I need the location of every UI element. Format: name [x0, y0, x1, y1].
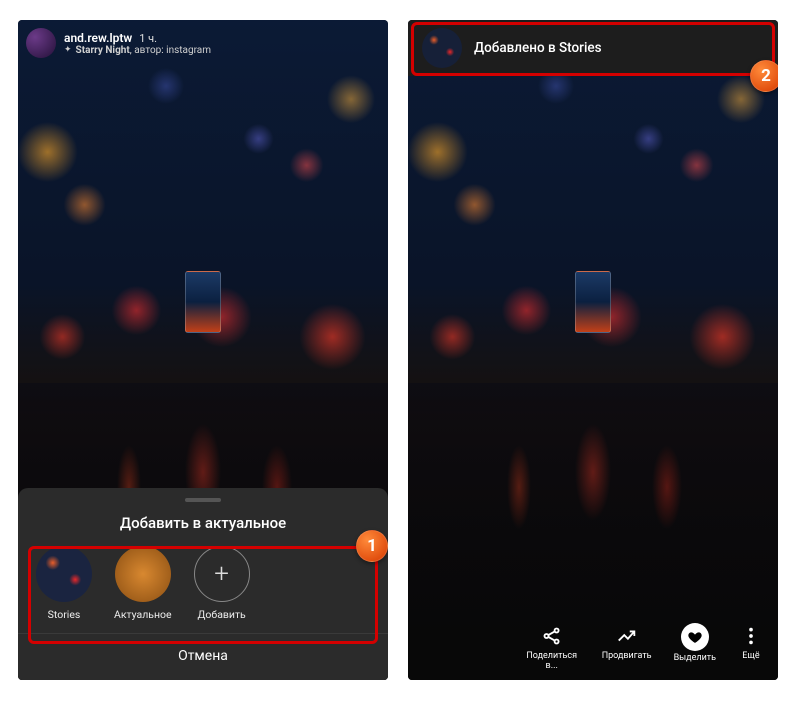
highlight-actual-thumb [115, 546, 171, 602]
toast-bar: Добавлено в Stories [408, 20, 778, 76]
center-thumbnail [575, 271, 611, 333]
more-label: Ещё [742, 652, 759, 662]
sparkle-icon: ✦ [64, 45, 72, 55]
highlights-row: Stories Актуальное + Добавить [18, 546, 388, 633]
more-button[interactable]: Ещё [738, 623, 764, 672]
share-button[interactable]: Поделиться в... [524, 623, 580, 672]
highlight-add-label: Добавить [198, 608, 246, 621]
sheet-grabber[interactable] [185, 498, 221, 502]
highlight-actual[interactable]: Актуальное [114, 546, 172, 621]
story-header: and.rew.lptw 1 ч. ✦ Starry Night, автор:… [26, 28, 211, 58]
promote-label: Продвигать [602, 652, 652, 662]
story-action-row: Поделиться в... Продвигать Выделить Ещё [408, 623, 778, 672]
story-time: 1 ч. [139, 32, 157, 45]
share-icon [539, 623, 565, 649]
phone-left: and.rew.lptw 1 ч. ✦ Starry Night, автор:… [18, 20, 388, 680]
center-thumbnail [185, 271, 221, 333]
highlights-sheet: Добавить в актуальное Stories Актуальное… [18, 488, 388, 680]
annotation-badge-1: 1 [356, 530, 388, 562]
plus-icon: + [194, 546, 250, 602]
highlight-stories-label: Stories [48, 608, 81, 621]
highlight-label: Выделить [674, 654, 716, 664]
phone-right: Добавлено в Stories 2 Поделиться в... Пр… [408, 20, 778, 680]
highlight-actual-label: Актуальное [114, 608, 172, 621]
annotation-badge-2: 2 [750, 60, 778, 92]
story-background [408, 20, 778, 680]
heart-icon [681, 623, 709, 651]
highlight-stories-thumb [36, 546, 92, 602]
toast-text: Добавлено в Stories [474, 40, 602, 56]
promote-button[interactable]: Продвигать [602, 623, 652, 672]
toast-thumbnail [422, 28, 462, 68]
trend-icon [614, 623, 640, 649]
filter-name: Starry Night [76, 45, 130, 56]
highlight-add[interactable]: + Добавить [194, 546, 250, 621]
highlight-button[interactable]: Выделить [674, 623, 716, 672]
filter-author: автор: instagram [134, 45, 211, 56]
avatar[interactable] [26, 28, 56, 58]
username[interactable]: and.rew.lptw [64, 31, 132, 45]
highlight-stories[interactable]: Stories [36, 546, 92, 621]
cancel-button[interactable]: Отмена [18, 633, 388, 680]
more-icon [738, 623, 764, 649]
sheet-title: Добавить в актуальное [18, 514, 388, 532]
share-label: Поделиться в... [524, 652, 580, 672]
